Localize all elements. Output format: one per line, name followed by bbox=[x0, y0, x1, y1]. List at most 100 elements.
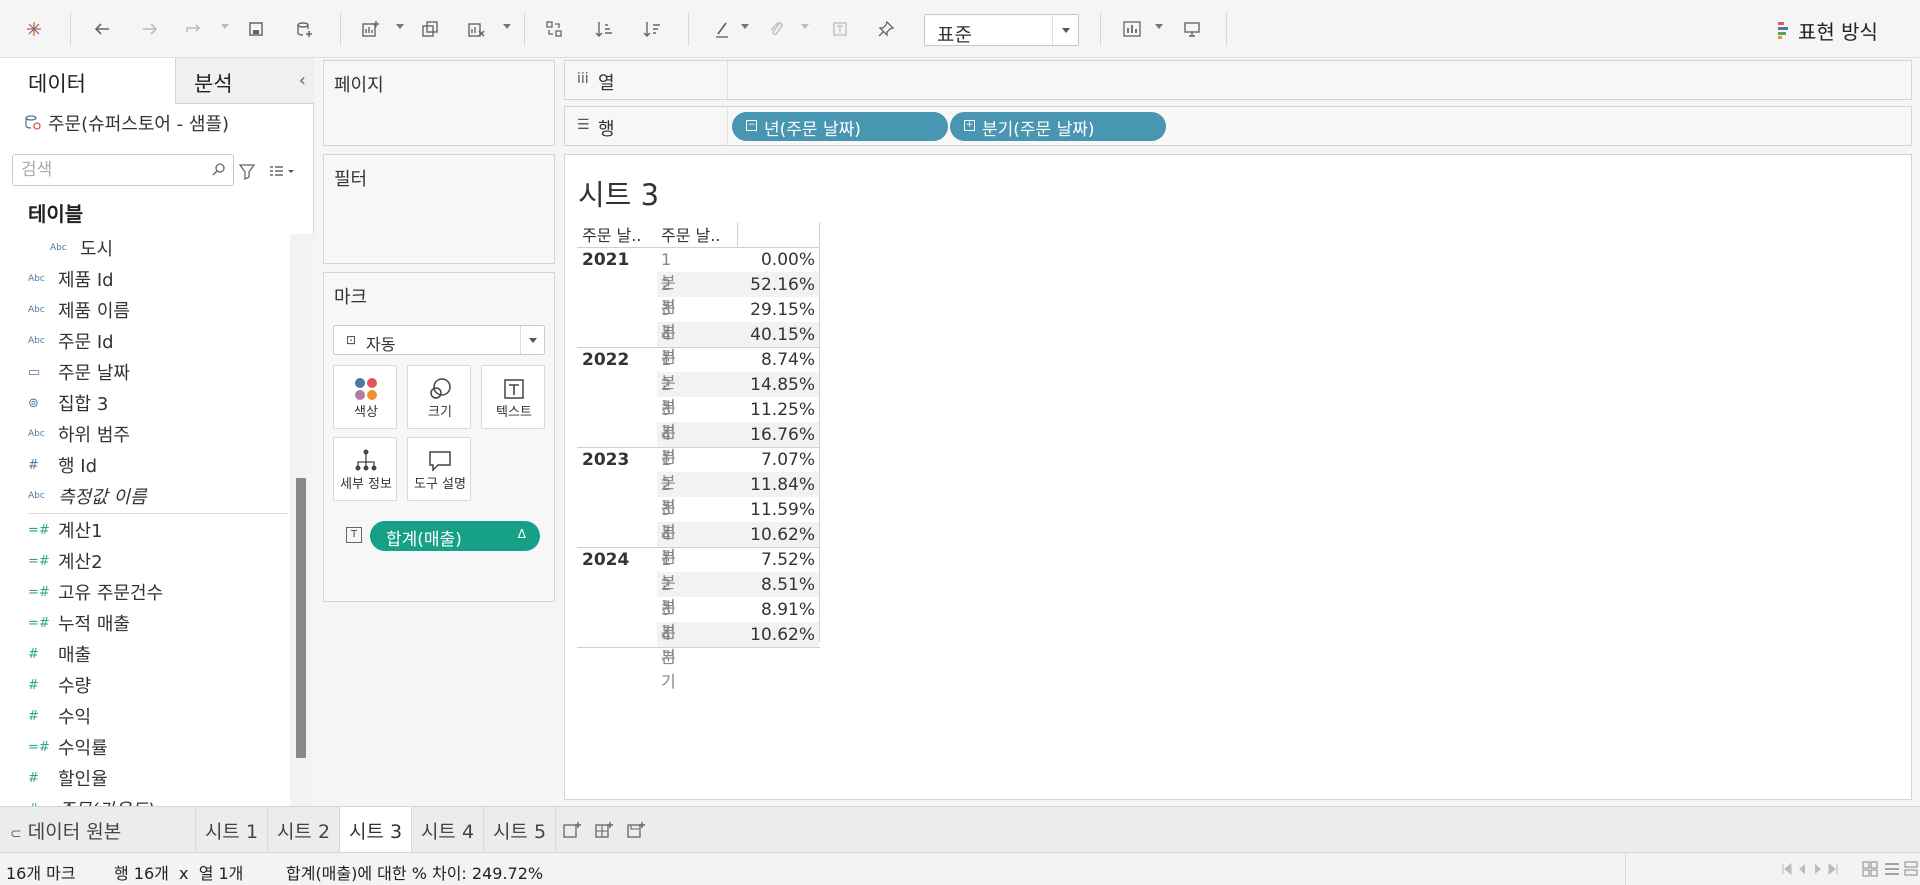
pages-shelf[interactable]: 페이지 bbox=[323, 60, 555, 146]
value-cell[interactable]: 10.62% bbox=[743, 625, 815, 645]
new-dashboard-icon[interactable] bbox=[594, 820, 616, 840]
value-cell[interactable]: 8.91% bbox=[743, 600, 815, 620]
sheet-nav-arrows-icon[interactable] bbox=[1781, 862, 1845, 876]
tooltip-button[interactable]: 도구 설명 bbox=[407, 437, 471, 501]
field-item[interactable]: # 수익 bbox=[0, 702, 290, 730]
sheet-sorter-icon[interactable] bbox=[1884, 861, 1900, 877]
redo-icon[interactable] bbox=[138, 17, 162, 41]
value-cell[interactable]: 8.51% bbox=[743, 575, 815, 595]
field-item[interactable]: =# 계산2 bbox=[0, 547, 290, 575]
highlight-icon[interactable] bbox=[710, 17, 734, 41]
value-cell[interactable]: 16.76% bbox=[743, 425, 815, 445]
duplicate-sheet-icon[interactable] bbox=[418, 17, 442, 41]
columns-shelf[interactable]: iii 열 bbox=[564, 60, 1912, 100]
value-cell[interactable]: 7.07% bbox=[743, 450, 815, 470]
presentation-mode-icon[interactable] bbox=[1180, 17, 1204, 41]
collapse-pane-icon[interactable]: ‹ bbox=[299, 70, 306, 91]
new-datasource-icon[interactable] bbox=[292, 17, 316, 41]
field-item[interactable]: ▭ 주문 날짜 bbox=[0, 358, 290, 386]
mark-type-select[interactable]: ⊡ 자동 bbox=[333, 325, 545, 355]
value-cell[interactable]: 8.74% bbox=[743, 350, 815, 370]
datasource-item[interactable]: 주문(슈퍼스토어 - 샘플) bbox=[24, 110, 229, 136]
field-item[interactable]: Abc 하위 범주 bbox=[0, 420, 290, 448]
filter-icon[interactable] bbox=[238, 162, 256, 180]
measure-pill-sales[interactable]: 합계(매출) Δ bbox=[370, 521, 540, 551]
field-item[interactable]: #주문(카운트) bbox=[0, 795, 290, 806]
field-item[interactable]: ⊚ 집합 3 bbox=[0, 389, 290, 417]
tab-sheet-4[interactable]: 시트 4 bbox=[412, 807, 484, 853]
tab-analysis[interactable]: 분석 ‹ bbox=[175, 58, 314, 104]
value-cell[interactable]: 11.59% bbox=[743, 500, 815, 520]
tab-data-source[interactable]: ⊂ 데이터 원본 bbox=[0, 807, 196, 853]
row-pill-quarter[interactable]: + 분기(주문 날짜) bbox=[950, 112, 1166, 141]
field-item[interactable]: # 할인율 bbox=[0, 764, 290, 792]
value-cell[interactable]: 52.16% bbox=[743, 275, 815, 295]
text-button[interactable]: 텍스트 bbox=[481, 365, 545, 429]
tabs-view-icon[interactable] bbox=[1904, 861, 1918, 877]
search-input[interactable] bbox=[21, 159, 201, 181]
field-item[interactable]: Abc 주문 Id bbox=[0, 327, 290, 355]
fit-select[interactable]: 표준 bbox=[924, 14, 1079, 46]
value-cell[interactable]: 11.25% bbox=[743, 400, 815, 420]
tab-sheet-1[interactable]: 시트 1 bbox=[196, 807, 268, 853]
year-label[interactable]: 2021 bbox=[582, 250, 629, 270]
search-box[interactable] bbox=[12, 154, 234, 186]
value-cell[interactable]: 29.15% bbox=[743, 300, 815, 320]
scrollbar-thumb[interactable] bbox=[296, 478, 306, 758]
value-cell[interactable]: 0.00% bbox=[743, 250, 815, 270]
value-cell[interactable]: 10.62% bbox=[743, 525, 815, 545]
row-pill-year[interactable]: − 년(주문 날짜) bbox=[732, 112, 948, 141]
replay-icon[interactable] bbox=[182, 17, 206, 41]
tab-data[interactable]: 데이터 bbox=[0, 58, 175, 104]
save-icon[interactable] bbox=[244, 17, 268, 41]
new-worksheet-icon[interactable] bbox=[562, 820, 584, 840]
tab-sheet-3[interactable]: 시트 3 bbox=[340, 807, 412, 853]
field-item[interactable]: =# 누적 매출 bbox=[0, 609, 290, 637]
value-cell[interactable]: 7.52% bbox=[743, 550, 815, 570]
tab-sheet-2[interactable]: 시트 2 bbox=[268, 807, 340, 853]
show-me-button[interactable]: 표현 방식 bbox=[1778, 14, 1878, 46]
group-members-icon[interactable] bbox=[764, 17, 788, 41]
worksheet-view[interactable]: 시트 3 주문 날.. 주문 날.. 2021 1분기 2분기 3분기 4분기 … bbox=[564, 154, 1912, 800]
sort-ascending-icon[interactable] bbox=[592, 17, 616, 41]
calc-measure-icon: =# bbox=[28, 739, 50, 755]
field-item[interactable]: Abc 도시 bbox=[0, 234, 290, 262]
year-label[interactable]: 2024 bbox=[582, 550, 629, 570]
value-cell[interactable]: 40.15% bbox=[743, 325, 815, 345]
tableau-logo-icon[interactable] bbox=[22, 17, 46, 41]
view-options-icon[interactable] bbox=[268, 162, 296, 180]
size-button[interactable]: 크기 bbox=[407, 365, 471, 429]
year-label[interactable]: 2023 bbox=[582, 450, 629, 470]
quarter-label[interactable]: 4분기 bbox=[661, 625, 676, 692]
undo-icon[interactable] bbox=[90, 17, 114, 41]
rows-shelf[interactable]: ☰ 행 − 년(주문 날짜) + 분기(주문 날짜) bbox=[564, 106, 1912, 146]
field-item[interactable]: # 수량 bbox=[0, 671, 290, 699]
filmstrip-view-icon[interactable] bbox=[1862, 861, 1878, 877]
field-item[interactable]: Abc 측정값 이름 bbox=[0, 482, 290, 510]
column-header-quarter[interactable]: 주문 날.. bbox=[661, 222, 731, 246]
tables-section-title: 테이블 bbox=[28, 202, 84, 226]
year-label[interactable]: 2022 bbox=[582, 350, 629, 370]
fix-axes-pin-icon[interactable] bbox=[874, 17, 898, 41]
clear-sheet-icon[interactable] bbox=[464, 17, 488, 41]
color-button[interactable]: 색상 bbox=[333, 365, 397, 429]
field-item[interactable]: Abc 제품 Id bbox=[0, 265, 290, 293]
tab-sheet-5[interactable]: 시트 5 bbox=[484, 807, 556, 853]
filters-shelf[interactable]: 필터 bbox=[323, 154, 555, 264]
field-item[interactable]: # 행 Id bbox=[0, 451, 290, 479]
show-mark-labels-icon[interactable] bbox=[828, 17, 852, 41]
value-cell[interactable]: 14.85% bbox=[743, 375, 815, 395]
sort-descending-icon[interactable] bbox=[640, 17, 664, 41]
new-worksheet-icon[interactable] bbox=[358, 17, 382, 41]
field-item[interactable]: Abc 제품 이름 bbox=[0, 296, 290, 324]
detail-button[interactable]: 세부 정보 bbox=[333, 437, 397, 501]
value-cell[interactable]: 11.84% bbox=[743, 475, 815, 495]
new-story-icon[interactable] bbox=[626, 820, 648, 840]
field-item[interactable]: =# 계산1 bbox=[0, 516, 290, 544]
field-item[interactable]: =# 고유 주문건수 bbox=[0, 578, 290, 606]
show-labels-chart-icon[interactable] bbox=[1120, 17, 1144, 41]
swap-rows-columns-icon[interactable] bbox=[542, 17, 566, 41]
field-item[interactable]: # 매출 bbox=[0, 640, 290, 668]
column-header-year[interactable]: 주문 날.. bbox=[582, 222, 652, 246]
field-item[interactable]: =# 수익률 bbox=[0, 733, 290, 761]
